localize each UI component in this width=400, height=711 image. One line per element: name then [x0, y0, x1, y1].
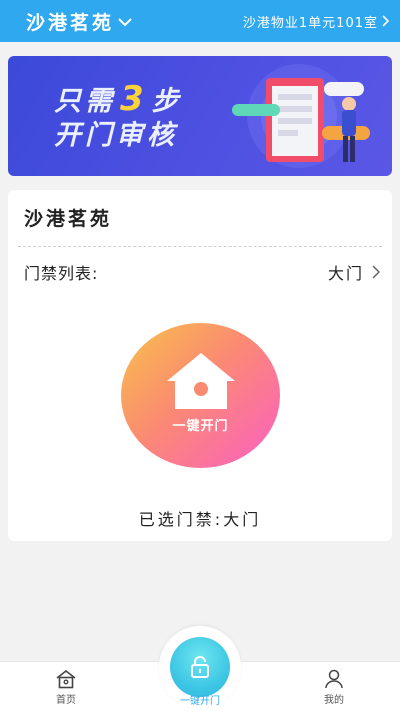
promo-banner[interactable]: 只需 3 步 开门审核 [8, 56, 392, 176]
nav-mine-label: 我的 [324, 695, 344, 706]
unit-name: 沙港物业1单元101室 [242, 15, 378, 31]
community-selector[interactable]: 沙港茗苑 [26, 8, 132, 35]
one-tap-open-button[interactable]: 一键开门 [121, 323, 280, 468]
card-title: 沙港茗苑 [24, 208, 113, 230]
unlock-icon [191, 656, 209, 678]
banner-illustration [232, 64, 370, 168]
banner-line-1: 只需 3 步 [54, 82, 183, 119]
divider [18, 246, 382, 247]
house-icon [167, 353, 235, 409]
nav-mine[interactable]: 我的 [294, 662, 374, 711]
gate-value: 大门 [327, 264, 364, 283]
chevron-right-icon [382, 15, 390, 27]
gate-list-row[interactable]: 门禁列表: 大门 [24, 256, 380, 288]
banner-text: 只需 3 步 开门审核 [54, 82, 183, 153]
unit-selector[interactable]: 沙港物业1单元101室 [243, 12, 390, 31]
top-header: 沙港茗苑 沙港物业1单元101室 [0, 0, 400, 42]
bottom-nav: 首页 一键开门 我的 [0, 626, 400, 711]
selected-gate-text: 已选门禁:大门 [138, 510, 262, 529]
gate-list-label: 门禁列表: [24, 264, 99, 283]
banner-line-2: 开门审核 [54, 120, 178, 151]
chevron-down-icon [118, 18, 132, 27]
home-icon [56, 669, 76, 689]
banner-line-1-post: 步 [151, 86, 183, 117]
banner-line-1-pre: 只需 [54, 86, 116, 117]
gate-value-group: 大门 [328, 260, 380, 284]
door-access-card: 沙港茗苑 门禁列表: 大门 一键开门 已选门禁:大门 [8, 190, 392, 541]
banner-step-number: 3 [120, 79, 148, 119]
open-button-label: 一键开门 [172, 419, 229, 434]
nav-center-circle [170, 637, 230, 697]
chevron-right-icon [372, 265, 380, 279]
user-icon [325, 669, 343, 689]
community-name: 沙港茗苑 [26, 11, 115, 34]
